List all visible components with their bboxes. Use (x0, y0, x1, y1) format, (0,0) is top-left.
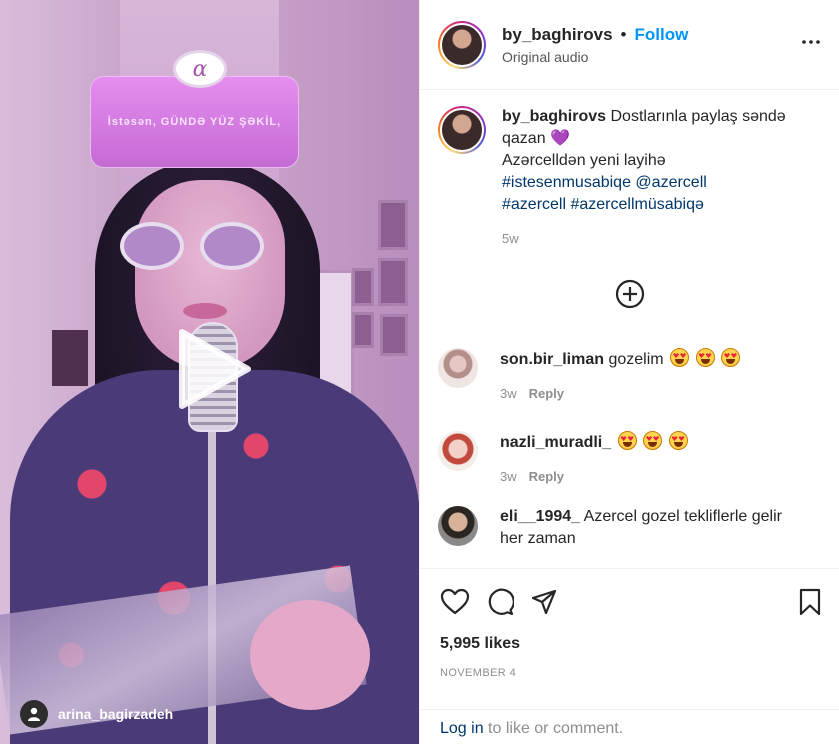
save-icon (799, 588, 821, 615)
comment-item: eli__1994_ Azercel gozel tekliflerle gel… (438, 506, 828, 550)
heart-eyes-emoji (670, 348, 690, 367)
like-button[interactable] (440, 588, 470, 621)
comment-time[interactable]: 3w (500, 383, 517, 405)
comment-username[interactable]: son.bir_liman (500, 351, 604, 368)
mention-link[interactable]: @azercell (635, 174, 706, 191)
heart-eyes-emoji (643, 431, 663, 450)
play-icon (179, 329, 251, 409)
tagged-user[interactable]: arina_bagirzadeh (20, 700, 173, 728)
comment-username[interactable]: eli__1994_ (500, 508, 580, 525)
purple-heart-emoji: 💜 (550, 130, 570, 147)
avatar[interactable] (438, 20, 486, 69)
comment-icon (488, 588, 515, 615)
login-link[interactable]: Log in (440, 720, 484, 737)
heart-eyes-emoji (668, 431, 688, 450)
login-prompt: Log in to like or comment. (420, 709, 839, 744)
caption-username[interactable]: by_baghirovs (502, 108, 606, 125)
caption-avatar[interactable] (438, 106, 486, 154)
hashtag-link[interactable]: #istesenmusabiqe (502, 174, 631, 191)
heart-eyes-emoji (695, 348, 715, 367)
header-username[interactable]: by_baghirovs (502, 25, 613, 45)
share-button[interactable] (530, 588, 558, 621)
caption-time[interactable]: 5w (502, 228, 802, 250)
comment-username[interactable]: nazli_muradli_ (500, 434, 611, 451)
load-more-icon (615, 279, 645, 309)
heart-eyes-emoji (720, 348, 740, 367)
separator-dot: • (620, 24, 627, 44)
audio-label[interactable]: Original audio (502, 49, 688, 65)
caption-text-2: Azərcelldən yeni layihə (502, 152, 666, 169)
comment-avatar[interactable] (438, 506, 478, 546)
filter-banner: İstəsən, GÜNDƏ YÜZ ŞƏKİL, (90, 76, 299, 168)
post-header: by_baghirovs • Follow Original audio (420, 0, 839, 90)
more-options-button[interactable] (799, 30, 823, 59)
hashtag-link[interactable]: #azercellmüsabiqə (570, 196, 703, 213)
comment-time[interactable]: 3w (500, 466, 517, 488)
comments-section[interactable]: by_baghirovs Dostlarınla paylaş səndə qa… (420, 90, 839, 568)
reply-button[interactable]: Reply (529, 466, 564, 488)
share-icon (531, 589, 557, 614)
filter-logo: ɑ (173, 50, 227, 88)
reply-button[interactable]: Reply (529, 383, 564, 405)
load-more-comments-button[interactable] (614, 278, 646, 315)
post-caption: by_baghirovs Dostlarınla paylaş səndə qa… (420, 90, 839, 250)
hashtag-link[interactable]: #azercell (502, 196, 566, 213)
post-date[interactable]: NOVEMBER 4 (420, 653, 839, 679)
comment-item: nazli_muradli_ 3w Reply (438, 431, 828, 488)
heart-eyes-emoji (617, 431, 637, 450)
comment-button[interactable] (486, 588, 515, 621)
save-button[interactable] (798, 588, 822, 621)
follow-button[interactable]: Follow (635, 25, 689, 45)
login-prompt-text: to like or comment. (483, 720, 624, 737)
post-side-panel: by_baghirovs • Follow Original audio by_… (419, 0, 839, 744)
comment-text: gozelim (608, 351, 664, 368)
play-button[interactable] (172, 326, 254, 412)
comment-avatar[interactable] (438, 348, 478, 388)
filter-banner-text: İstəsən, GÜNDƏ YÜZ ŞƏKİL, (107, 116, 282, 128)
comment-item: son.bir_liman gozelim 3w Reply (438, 348, 828, 405)
comment-avatar[interactable] (438, 431, 478, 471)
post-actions: 5,995 likes NOVEMBER 4 Log in to like or… (420, 568, 839, 744)
tagged-username: arina_bagirzadeh (58, 706, 174, 722)
more-icon (802, 40, 820, 44)
post-media[interactable]: ɑ İstəsən, GÜNDƏ YÜZ ŞƏKİL, arina_bagirz… (0, 0, 419, 744)
user-tag-icon (20, 700, 48, 728)
likes-count[interactable]: 5,995 likes (420, 621, 839, 653)
heart-icon (440, 588, 470, 614)
